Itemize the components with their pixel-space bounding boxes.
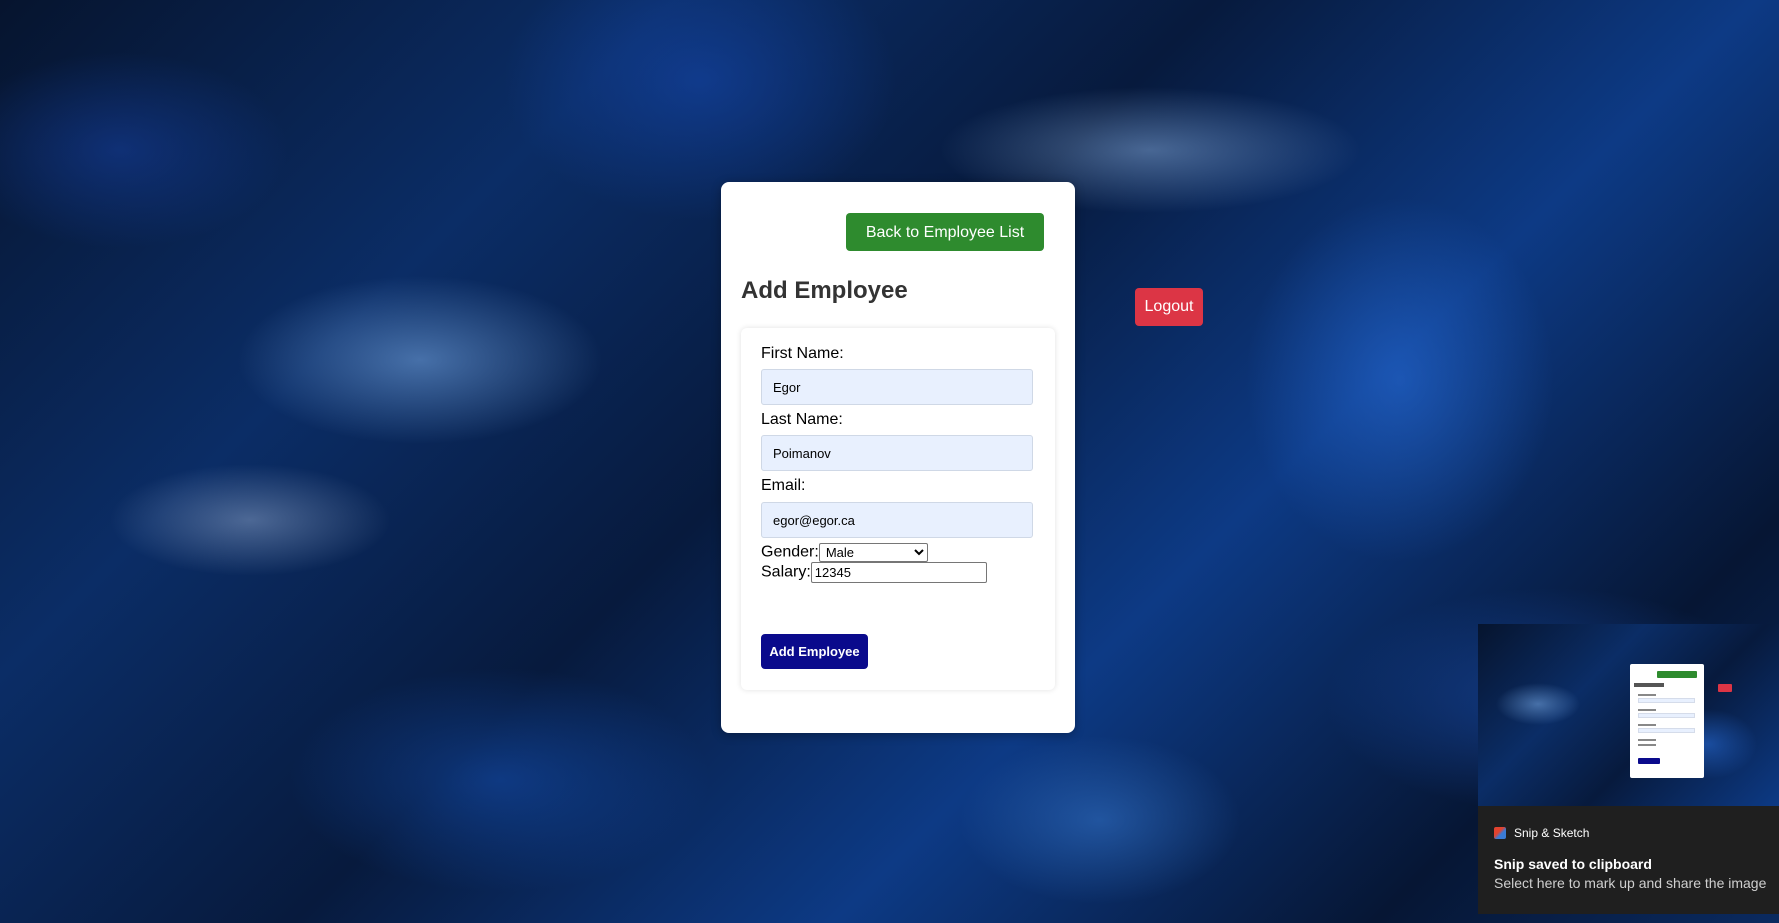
last-name-input[interactable] — [761, 435, 1033, 471]
snip-sketch-icon — [1494, 827, 1506, 839]
email-input[interactable] — [761, 502, 1033, 538]
salary-input[interactable] — [810, 562, 987, 583]
snip-preview-thumbnail[interactable] — [1478, 624, 1779, 806]
thumbnail-title — [1634, 683, 1664, 687]
thumbnail-label — [1638, 739, 1656, 741]
notification-title: Snip saved to clipboard — [1494, 856, 1652, 872]
gender-select[interactable]: Male — [818, 543, 928, 562]
thumbnail-label — [1638, 744, 1656, 746]
salary-row: Salary: — [761, 562, 987, 583]
thumbnail-input — [1638, 713, 1695, 718]
notification-app-name: Snip & Sketch — [1514, 826, 1590, 840]
add-employee-button[interactable]: Add Employee — [761, 634, 868, 669]
salary-label: Salary: — [761, 563, 811, 581]
first-name-label: First Name: — [761, 345, 844, 362]
gender-label: Gender: — [761, 543, 819, 561]
thumbnail-input — [1638, 698, 1695, 703]
email-label: Email: — [761, 477, 806, 494]
thumbnail-logout-button — [1718, 684, 1732, 692]
first-name-input[interactable] — [761, 369, 1033, 405]
add-employee-form: First Name: Last Name: Email: Gender: Ma… — [741, 328, 1055, 690]
thumbnail-add-button — [1638, 758, 1660, 764]
notification-body: Select here to mark up and share the ima… — [1494, 875, 1767, 891]
back-to-employee-list-button[interactable]: Back to Employee List — [846, 213, 1044, 251]
last-name-label: Last Name: — [761, 411, 843, 428]
thumbnail-label — [1638, 694, 1656, 696]
thumbnail-back-button — [1657, 671, 1697, 678]
gender-row: Gender: Male — [761, 543, 928, 562]
thumbnail-label — [1638, 724, 1656, 726]
thumbnail-input — [1638, 728, 1695, 733]
notification-app-row: Snip & Sketch — [1494, 826, 1589, 840]
logout-button[interactable]: Logout — [1135, 288, 1203, 326]
thumbnail-label — [1638, 709, 1656, 711]
add-employee-card: Back to Employee List Add Employee First… — [721, 182, 1075, 733]
snip-notification[interactable]: Snip & Sketch Snip saved to clipboard Se… — [1478, 624, 1779, 914]
thumbnail-card — [1630, 664, 1704, 778]
page-title: Add Employee — [741, 277, 908, 304]
